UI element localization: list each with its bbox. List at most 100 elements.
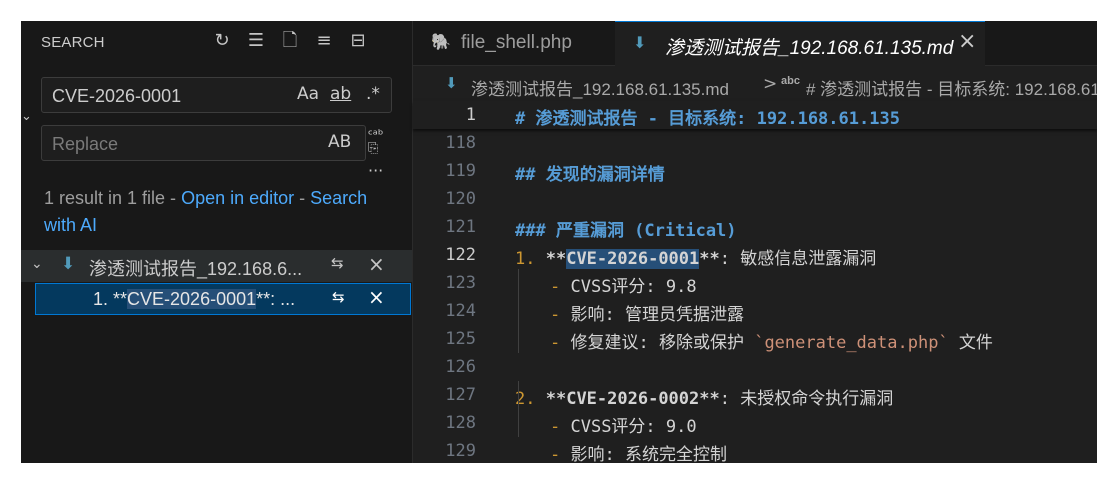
line-text: CVSS评分: 9.8 [570, 277, 697, 297]
list-dash: - [550, 305, 571, 325]
line-text: : 敏感信息泄露漏洞 [719, 249, 877, 269]
search-input-value[interactable]: CVE-2026-0001 [52, 86, 181, 107]
line-text: 修复建议: 移除或保护 [570, 333, 755, 353]
replace-all-icon[interactable]: ᶜᵃᵇ ⎘ [368, 129, 383, 155]
code-line[interactable]: 120 [413, 185, 1097, 213]
line-content: - CVSS评分: 9.0 [550, 412, 697, 437]
result-file-row[interactable]: ⌄ ⬇ 渗透测试报告_192.168.6... ⇆ × [21, 250, 412, 282]
line-text: 文件 [948, 333, 993, 353]
dismiss-file-icon[interactable]: × [368, 252, 385, 276]
symbol-string-icon: abc [781, 75, 800, 87]
clear-results-icon[interactable]: ☰ [245, 29, 267, 53]
collapse-all-icon[interactable]: ⊟ [347, 29, 369, 53]
match-before: 1. ** [93, 289, 128, 309]
code-line[interactable]: 128 - CVSS评分: 9.0 [413, 409, 1097, 437]
sidebar-actions: ↻ ☰ 🗋 ≡ ⊟ [211, 29, 369, 53]
more-options-icon[interactable]: ··· [368, 161, 383, 180]
markdown-file-icon: ⬇ [61, 254, 76, 274]
line-number: 126 [445, 357, 476, 377]
match-case-toggle[interactable]: Aa [297, 84, 319, 104]
breadcrumb-symbol[interactable]: # 渗透测试报告 - 目标系统: 192.168.61.135 [806, 75, 1097, 99]
search-match-highlight: CVE-2026-0001 [566, 249, 700, 269]
code-line[interactable]: 123 - CVSS评分: 9.8 [413, 269, 1097, 297]
line-number: 119 [445, 161, 476, 181]
markdown-heading: ### 严重漏洞 (Critical) [515, 221, 737, 241]
line-text: 影响: 系统完全控制 [570, 445, 727, 463]
line-number: 127 [445, 385, 476, 405]
code-line[interactable]: 121 ### 严重漏洞 (Critical) [413, 213, 1097, 241]
vscode-window: SEARCH ↻ ☰ 🗋 ≡ ⊟ ⌄ CVE-2026-0001 Aa ab .… [21, 21, 1097, 463]
code-editor[interactable]: 1 # 渗透测试报告 - 目标系统: 192.168.61.135 118 119 ##… [413, 101, 1097, 463]
line-content: # 渗透测试报告 - 目标系统: 192.168.61.135 [515, 109, 900, 129]
list-dash: - [550, 277, 571, 297]
dismiss-match-icon[interactable]: × [368, 285, 385, 309]
line-number: 1 [465, 105, 476, 125]
preserve-case-toggle[interactable]: AB [328, 132, 351, 152]
line-text: CVSS评分: 9.0 [570, 417, 697, 437]
tab-file-shell-php[interactable]: 🐘 file_shell.php [413, 21, 613, 65]
breadcrumb-file[interactable]: 渗透测试报告_192.168.61.135.md [471, 75, 729, 99]
summary-text: 1 result in 1 file - [44, 188, 182, 208]
match-text: 1. **CVE-2026-0001**: ... [93, 289, 295, 310]
match-highlight: CVE-2026-0001 [127, 289, 257, 309]
bold-marker: ** [699, 249, 720, 269]
markdown-heading: ## 发现的漏洞详情 [515, 165, 665, 185]
match-whole-word-toggle[interactable]: ab [330, 84, 351, 104]
code-line[interactable]: 118 [413, 129, 1097, 157]
line-text: : 未授权命令执行漏洞 [719, 389, 894, 409]
line-content: - 影响: 系统完全控制 [550, 440, 727, 463]
bold-marker: ** [535, 389, 567, 409]
line-number: 123 [445, 273, 476, 293]
line-number: 118 [445, 133, 476, 153]
toggle-replace-chevron-icon[interactable]: ⌄ [21, 109, 32, 124]
replace-input[interactable]: Replace AB [41, 125, 366, 161]
line-content: - CVSS评分: 9.8 [550, 272, 697, 297]
line-content: - 影响: 管理员凭据泄露 [550, 300, 744, 325]
code-line[interactable]: 124 - 影响: 管理员凭据泄露 [413, 297, 1097, 325]
line-number: 125 [445, 329, 476, 349]
code-line[interactable]: 125 - 修复建议: 移除或保护 `generate_data.php` 文件 [413, 325, 1097, 353]
line-number: 121 [445, 217, 476, 237]
list-dash: - [550, 333, 571, 353]
code-line[interactable]: 127 2. **CVE-2026-0002**: 未授权命令执行漏洞 [413, 381, 1097, 409]
replace-input-placeholder[interactable]: Replace [52, 134, 118, 155]
view-as-tree-icon[interactable]: ≡ [313, 29, 335, 53]
php-elephant-icon: 🐘 [431, 32, 451, 51]
code-line[interactable]: 119 ## 发现的漏洞详情 [413, 157, 1097, 185]
indent-guide [518, 381, 519, 437]
line-content: 2. **CVE-2026-0002**: 未授权命令执行漏洞 [515, 384, 893, 409]
list-dash: - [550, 417, 571, 437]
refresh-icon[interactable]: ↻ [211, 29, 233, 53]
tab-report-md[interactable]: ⬇ 渗透测试报告_192.168.61.135.md × [615, 21, 985, 66]
breadcrumb: ⬇ 渗透测试报告_192.168.61.135.md > abc # 渗透测试报… [413, 71, 1097, 99]
line-content: ### 严重漏洞 (Critical) [515, 216, 737, 241]
new-search-editor-icon[interactable]: 🗋 [279, 29, 301, 53]
use-regex-toggle[interactable]: .* [366, 84, 380, 104]
bold-marker: ** [699, 389, 720, 409]
line-number: 120 [445, 189, 476, 209]
sticky-scroll-line[interactable]: 1 # 渗透测试报告 - 目标系统: 192.168.61.135 [413, 101, 1097, 129]
list-dash: - [550, 445, 571, 463]
line-content: ## 发现的漏洞详情 [515, 160, 665, 185]
replace-all-in-file-icon[interactable]: ⇆ [331, 254, 344, 272]
markdown-file-icon: ⬇ [445, 74, 458, 92]
close-tab-icon[interactable]: × [958, 29, 976, 54]
search-summary: 1 result in 1 file - Open in editor - Se… [44, 185, 374, 239]
line-number: 128 [445, 413, 476, 433]
indent-guide [518, 269, 519, 353]
code-line[interactable]: 122 1. **CVE-2026-0001**: 敏感信息泄露漏洞 [413, 241, 1097, 269]
code-line[interactable]: 126 [413, 353, 1097, 381]
result-match-row[interactable]: 1. **CVE-2026-0001**: ... ⇆ × [35, 283, 411, 315]
chevron-down-icon[interactable]: ⌄ [31, 256, 43, 272]
line-text: 影响: 管理员凭据泄露 [570, 305, 744, 325]
breadcrumb-separator: > [763, 74, 778, 94]
code-line[interactable]: 129 - 影响: 系统完全控制 [413, 437, 1097, 463]
search-input[interactable]: CVE-2026-0001 Aa ab .* [41, 77, 392, 113]
replace-match-icon[interactable]: ⇆ [332, 288, 345, 306]
sidebar-title: SEARCH [41, 34, 105, 51]
result-file-name: 渗透测试报告_192.168.6... [89, 259, 303, 279]
summary-dash: - [294, 188, 311, 208]
open-in-editor-link[interactable]: Open in editor [181, 188, 294, 208]
bold-marker: ** [535, 249, 567, 269]
markdown-arrow-icon: ⬇ [633, 33, 647, 52]
